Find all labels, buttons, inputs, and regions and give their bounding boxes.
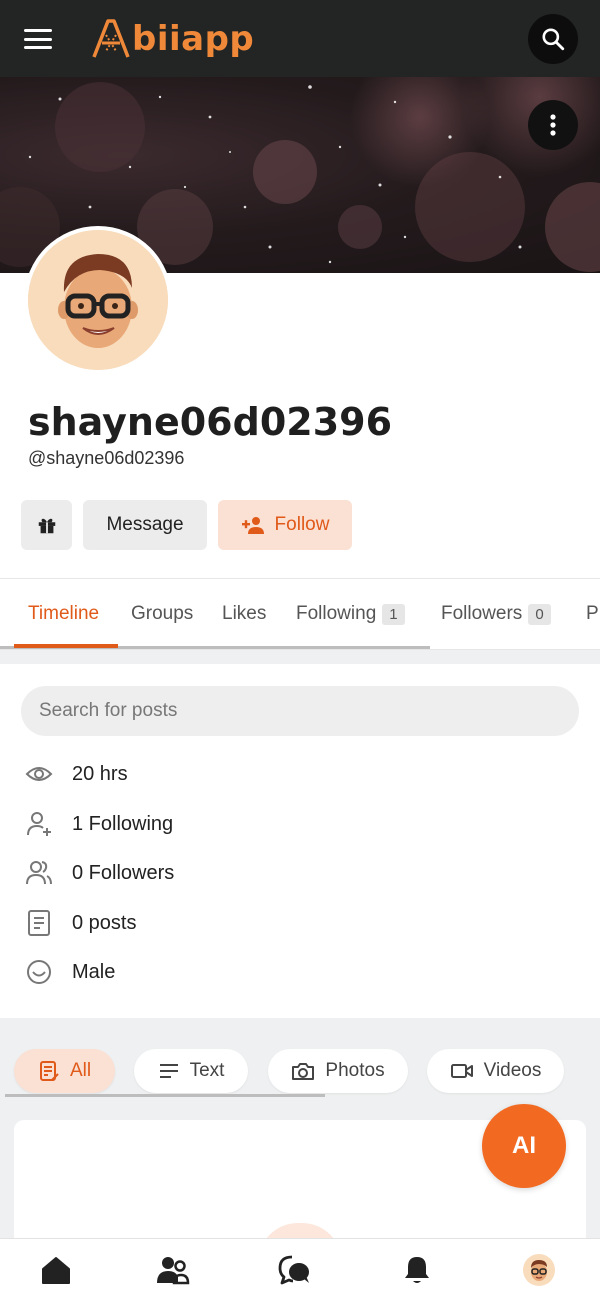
nav-profile[interactable] <box>522 1253 556 1287</box>
info-text: 1 Following <box>72 812 174 835</box>
add-person-icon <box>241 517 264 534</box>
filter-all-button[interactable]: All <box>14 1049 115 1093</box>
profile-avatar-icon <box>523 1254 555 1286</box>
memoji-avatar-icon <box>28 230 168 370</box>
app-logo[interactable]: biiapp <box>90 14 254 64</box>
tab-groups[interactable]: Groups <box>131 603 193 625</box>
info-row-following: 1 Following <box>24 809 173 839</box>
info-text: 0 posts <box>72 911 137 934</box>
info-text: Male <box>72 960 116 983</box>
info-row-last-seen: 20 hrs <box>24 759 128 789</box>
filter-photos-button[interactable]: Photos <box>268 1049 408 1093</box>
add-user-icon <box>24 809 54 839</box>
tab-label: Followers <box>441 603 523 624</box>
profile-options-button[interactable] <box>528 100 578 150</box>
smile-icon <box>24 957 54 987</box>
tab-count-badge: 1 <box>382 603 405 625</box>
search-button[interactable] <box>528 14 578 64</box>
message-button[interactable]: Message <box>83 500 207 550</box>
filters-scrollbar[interactable] <box>5 1094 325 1097</box>
active-tab-indicator <box>14 644 118 648</box>
users-icon <box>24 858 54 888</box>
tab-following[interactable]: Following 1 <box>296 603 405 625</box>
top-app-bar: biiapp <box>0 0 600 77</box>
info-text: 20 hrs <box>72 762 128 785</box>
ai-assistant-button[interactable]: AI <box>482 1104 566 1188</box>
camera-icon <box>292 1063 315 1080</box>
profile-avatar[interactable] <box>24 226 172 374</box>
bell-icon <box>405 1257 429 1283</box>
ai-button-label: AI <box>512 1132 536 1159</box>
filter-label: Videos <box>483 1060 542 1081</box>
hamburger-menu-icon[interactable] <box>22 26 54 52</box>
post-search-input[interactable] <box>21 686 579 736</box>
nav-home[interactable] <box>39 1253 73 1287</box>
section-divider <box>0 650 600 664</box>
filter-label: Photos <box>325 1060 385 1081</box>
info-text: 0 Followers <box>72 861 175 884</box>
document-icon <box>24 908 54 938</box>
text-lines-icon <box>159 1064 178 1078</box>
info-row-gender: Male <box>24 957 115 987</box>
nav-notifications[interactable] <box>400 1253 434 1287</box>
follow-button-label: Follow <box>274 514 330 535</box>
tab-label: P <box>586 603 599 624</box>
bottom-navigation <box>0 1238 600 1299</box>
follow-button[interactable]: Follow <box>218 500 352 550</box>
profile-username: shayne06d02396 <box>28 400 393 444</box>
list-doc-icon <box>39 1061 59 1081</box>
message-button-label: Message <box>106 514 184 535</box>
tab-label: Groups <box>131 603 194 624</box>
filter-label: All <box>69 1060 92 1081</box>
profile-handle: @shayne06d02396 <box>28 448 185 468</box>
info-row-posts: 0 posts <box>24 908 136 938</box>
people-icon <box>157 1257 190 1285</box>
tab-photos-partial[interactable]: P <box>586 603 599 625</box>
gift-icon <box>38 518 55 534</box>
tab-label: Timeline <box>28 603 100 624</box>
filter-label: Text <box>189 1060 225 1081</box>
tab-label: Following <box>296 603 377 624</box>
tab-count-badge: 0 <box>528 603 551 625</box>
tab-label: Likes <box>222 603 267 624</box>
filter-text-button[interactable]: Text <box>134 1049 248 1093</box>
filter-videos-button[interactable]: Videos <box>427 1049 564 1093</box>
tab-followers[interactable]: Followers 0 <box>441 603 551 625</box>
tab-timeline[interactable]: Timeline <box>28 603 99 625</box>
nav-people[interactable] <box>156 1253 190 1287</box>
tab-likes[interactable]: Likes <box>222 603 266 625</box>
more-vertical-icon <box>550 114 556 136</box>
profile-tabs: Timeline Groups Likes Following 1 Follow… <box>0 578 600 650</box>
logo-mark-icon <box>92 19 130 58</box>
search-icon <box>542 28 565 51</box>
video-icon <box>450 1064 473 1078</box>
nav-chat[interactable] <box>278 1253 312 1287</box>
logo-text: biiapp <box>132 19 255 59</box>
gift-button[interactable] <box>21 500 72 550</box>
info-row-followers: 0 Followers <box>24 858 174 888</box>
home-icon <box>42 1257 70 1284</box>
eye-icon <box>24 759 54 789</box>
chat-icon <box>278 1255 309 1285</box>
